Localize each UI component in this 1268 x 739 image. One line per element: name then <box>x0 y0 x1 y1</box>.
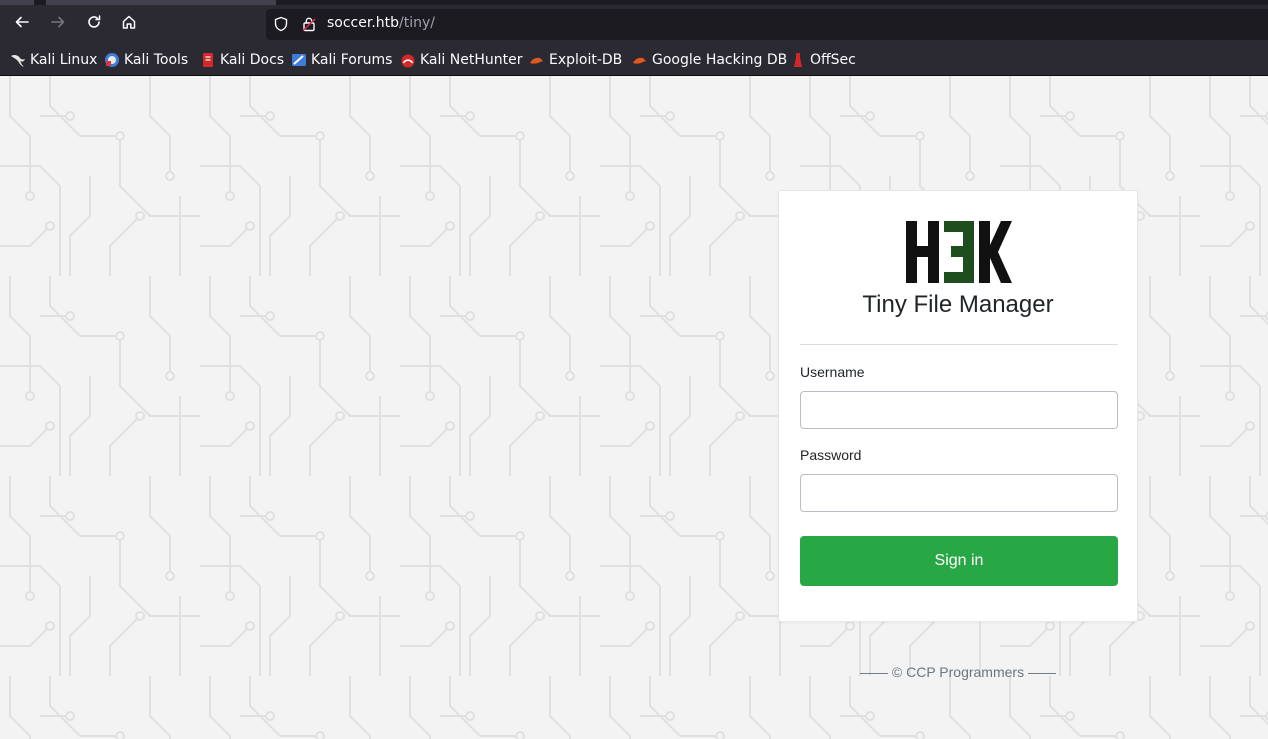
bookmark-exploit-db[interactable]: Exploit-DB <box>529 51 622 69</box>
kali-tools-icon <box>105 53 119 67</box>
bookmark-label: OffSec <box>810 52 856 68</box>
bookmark-kali-docs[interactable]: Kali Docs <box>200 51 284 69</box>
username-input[interactable] <box>800 391 1118 429</box>
bookmark-label: Kali Forums <box>311 52 393 68</box>
bookmark-label: Kali Linux <box>30 52 98 68</box>
browser-toolbar: soccer.htb/tiny/ <box>0 0 1268 43</box>
page-body: Tiny File Manager Username Password Sign… <box>0 76 1268 739</box>
ghdb-icon <box>633 57 646 64</box>
password-label: Password <box>800 447 862 463</box>
kali-dragon-icon <box>11 54 25 67</box>
bookmark-label: Kali Docs <box>220 52 285 68</box>
bookmark-google-hacking-db[interactable]: Google Hacking DB <box>632 51 787 69</box>
kali-docs-icon <box>203 53 213 67</box>
bookmark-label: Google Hacking DB <box>652 52 788 68</box>
reload-icon <box>88 15 101 28</box>
arrow-right-icon <box>51 16 65 28</box>
bookmark-label: Kali Tools <box>124 52 189 68</box>
app-title: Tiny File Manager <box>862 291 1054 318</box>
bookmark-kali-linux[interactable]: Kali Linux <box>10 51 97 69</box>
h3k-logo <box>906 221 1012 283</box>
insecure-lock-icon[interactable] <box>301 16 317 32</box>
back-button[interactable] <box>11 11 33 33</box>
address-bar[interactable]: soccer.htb/tiny/ <box>266 9 1268 40</box>
username-label: Username <box>800 364 865 380</box>
home-icon <box>122 15 136 29</box>
url-path: /tiny/ <box>399 15 436 31</box>
tab-strip-segment <box>0 0 34 5</box>
home-button[interactable] <box>118 11 140 33</box>
tab-strip <box>0 0 1268 5</box>
forward-button[interactable] <box>47 11 69 33</box>
divider <box>800 344 1118 345</box>
kali-nethunter-icon <box>401 54 415 68</box>
footer-credit: —— © CCP Programmers —— <box>860 664 1056 680</box>
offsec-icon <box>794 53 802 67</box>
tab-strip-segment <box>46 0 276 5</box>
bookmark-label: Exploit-DB <box>549 52 623 68</box>
login-card: Tiny File Manager Username Password Sign… <box>778 190 1138 622</box>
url-text[interactable]: soccer.htb/tiny/ <box>327 15 435 31</box>
bookmark-kali-forums[interactable]: Kali Forums <box>291 51 392 69</box>
bookmark-offsec[interactable]: OffSec <box>790 51 856 69</box>
sign-in-button[interactable]: Sign in <box>800 536 1118 586</box>
bookmark-label: Kali NetHunter <box>420 52 523 68</box>
bookmark-kali-tools[interactable]: Kali Tools <box>104 51 188 69</box>
shield-icon[interactable] <box>273 16 289 32</box>
password-input[interactable] <box>800 474 1118 512</box>
bookmarks-bar: Kali Linux Kali Tools Kali Docs Kali For… <box>0 43 1268 76</box>
bookmark-kali-nethunter[interactable]: Kali NetHunter <box>400 51 522 69</box>
url-host: soccer.htb <box>327 15 400 31</box>
exploit-db-icon <box>530 57 543 64</box>
reload-button[interactable] <box>83 11 105 33</box>
kali-forums-icon <box>292 54 306 66</box>
arrow-left-icon <box>15 16 29 28</box>
